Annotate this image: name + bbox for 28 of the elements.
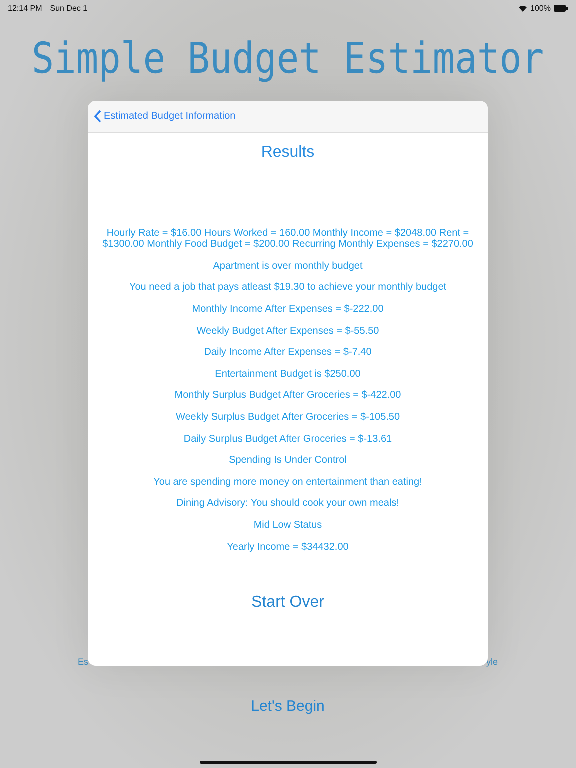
result-line: You are spending more money on entertainment than eating! [154,476,422,488]
result-line: Entertainment Budget is $250.00 [215,368,361,380]
result-line: Hourly Rate = $16.00 Hours Worked = 160.00 Monthly Income = $2048.00 Rent = $1300.00 Monthly Food Budget = $200.00 Recurring Monthly Expenses = $2270.00 [102,228,474,251]
result-line: Yearly Income = $34432.00 [227,542,349,553]
start-over-button[interactable]: Start Over [252,594,324,612]
hidden-label-fragment: Es [78,657,89,667]
result-line: Mid Low Status [254,520,322,532]
result-line: Monthly Income After Expenses = $-222.00 [192,304,384,316]
battery-percent: 100% [530,4,551,12]
result-line: Daily Income After Expenses = $-7.40 [204,347,372,359]
back-button[interactable]: Estimated Budget Information [94,110,236,123]
wifi-icon [518,4,528,12]
app-title: Simple Budget Estimator [30,34,546,84]
result-line: Weekly Budget After Expenses = $-55.50 [196,326,380,337]
result-line: Weekly Surplus Budget After Groceries = $-105.50 [176,412,400,424]
status-date: Sun Dec 1 [50,4,88,12]
results-heading: Results [261,144,315,162]
hidden-label-fragment: yle [486,657,498,667]
status-time: 12:14 PM [8,4,42,12]
result-line: Daily Surplus Budget After Groceries = $-13.61 [184,434,392,445]
chevron-left-icon [94,110,102,123]
result-line: Spending Is Under Control [229,455,347,467]
result-line: Apartment is over monthly budget [213,260,363,272]
result-line: Monthly Surplus Budget After Groceries = $-422.00 [174,390,402,402]
result-line: You need a job that pays atleast $19.30 to achieve your monthly budget [129,282,447,294]
battery-icon [554,4,568,12]
result-line: Dining Advisory: You should cook your own meals! [176,498,400,510]
lets-begin-button[interactable]: Let's Begin [251,698,325,715]
